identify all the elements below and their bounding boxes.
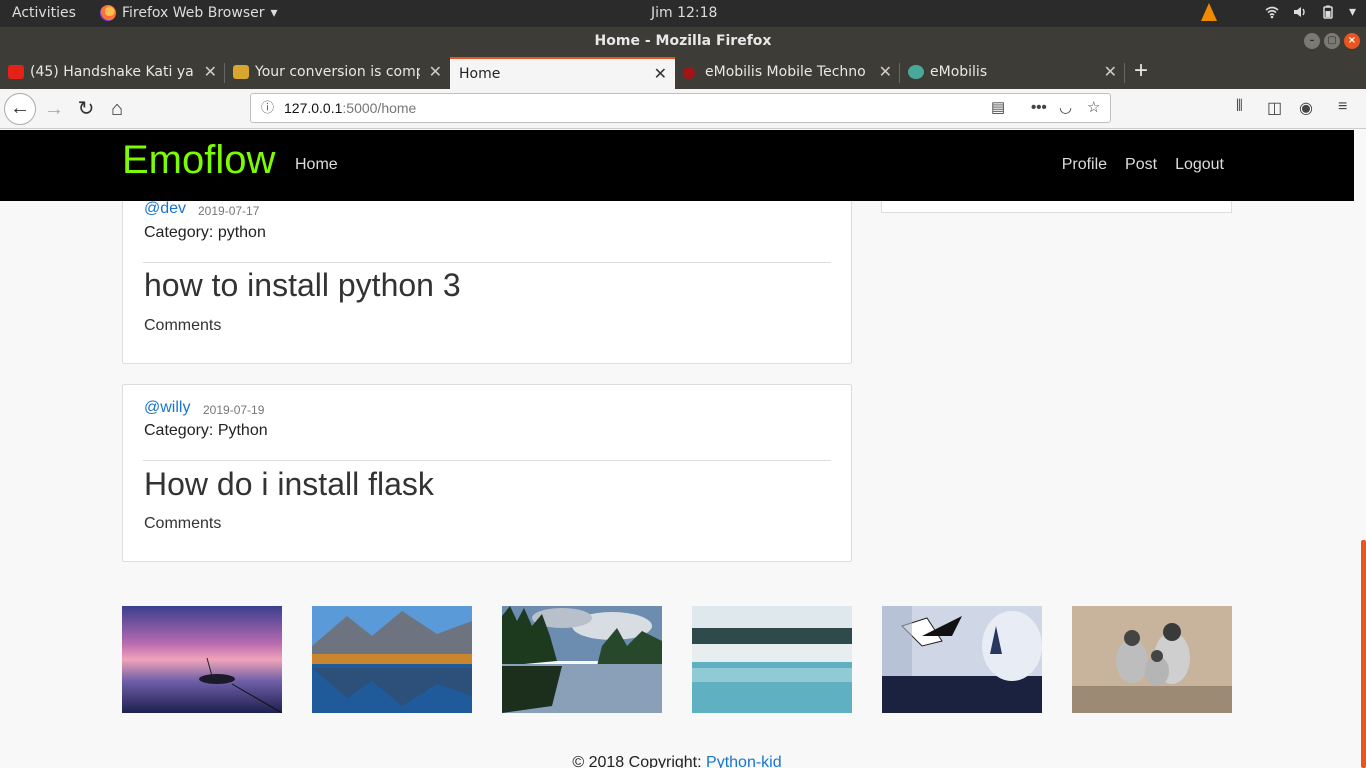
sidebar-icon[interactable]: ◫ xyxy=(1267,98,1282,118)
forward-arrow-icon[interactable]: → xyxy=(40,95,68,123)
post-date: 2019-07-19 xyxy=(203,403,265,417)
mountain-lake-photo xyxy=(312,606,472,713)
image-gallery xyxy=(122,606,1232,713)
forest-river-photo xyxy=(502,606,662,713)
post-divider xyxy=(143,460,831,461)
volume-icon[interactable] xyxy=(1293,5,1307,19)
tab-conversion[interactable]: Your conversion is comp ✕ xyxy=(225,57,450,89)
tab-strip: (45) Handshake Kati ya K ✕ Your conversi… xyxy=(0,55,1366,89)
footer-link[interactable]: Python-kid xyxy=(706,754,782,768)
vlc-icon[interactable] xyxy=(1200,3,1217,21)
hamburger-menu-icon[interactable]: ≡ xyxy=(1338,98,1347,116)
clock[interactable]: Jim 12:18 xyxy=(651,5,717,21)
tab-label: Your conversion is comp xyxy=(255,64,420,80)
post-date: 2019-07-17 xyxy=(198,204,260,218)
chevron-down-icon: ▾ xyxy=(1348,4,1356,20)
post-title[interactable]: How do i install flask xyxy=(144,466,434,503)
url-path: :5000/home xyxy=(342,100,417,116)
window-titlebar: Home - Mozilla Firefox – ▢ × xyxy=(0,27,1366,55)
tab-emobilis[interactable]: eMobilis ✕ xyxy=(900,57,1125,89)
reader-view-icon[interactable]: ▤ xyxy=(991,94,1005,122)
post-divider xyxy=(143,262,831,263)
sunset-boat-photo xyxy=(122,606,282,713)
system-tray[interactable]: ▾ xyxy=(1200,3,1356,21)
close-window-icon[interactable]: × xyxy=(1344,33,1360,49)
nav-link-profile[interactable]: Profile xyxy=(1062,156,1107,174)
close-icon[interactable]: ✕ xyxy=(429,57,442,87)
tab-home[interactable]: Home ✕ xyxy=(450,57,675,89)
firefox-icon xyxy=(100,5,116,21)
window-title: Home - Mozilla Firefox xyxy=(594,33,772,49)
film-icon xyxy=(233,65,249,79)
tab-label: eMobilis Mobile Technolo xyxy=(705,64,865,80)
tab-label: (45) Handshake Kati ya K xyxy=(30,64,195,80)
url-host: 127.0.0.1 xyxy=(284,100,343,116)
post-title[interactable]: how to install python 3 xyxy=(144,267,461,304)
brand-logo[interactable]: Emoflow xyxy=(122,138,275,183)
new-tab-icon[interactable]: + xyxy=(1130,55,1152,89)
tab-emobilis-tech[interactable]: eMobilis Mobile Technolo ✕ xyxy=(675,57,900,89)
app-menu[interactable]: Firefox Web Browser ▾ xyxy=(100,5,278,21)
close-icon[interactable]: ✕ xyxy=(1104,57,1117,87)
nav-link-post[interactable]: Post xyxy=(1125,156,1157,174)
more-actions-icon[interactable]: ••• xyxy=(1031,94,1047,122)
youtube-icon xyxy=(8,65,24,79)
url-text[interactable]: 127.0.0.1:5000/home xyxy=(284,94,416,122)
tab-label: eMobilis xyxy=(930,64,988,80)
info-icon[interactable]: ⓘ xyxy=(261,94,274,122)
post-comments-link[interactable]: Comments xyxy=(144,515,221,533)
post-comments-link[interactable]: Comments xyxy=(144,317,221,335)
activities-button[interactable]: Activities xyxy=(12,5,76,21)
nav-link-logout[interactable]: Logout xyxy=(1175,156,1224,174)
monkeys-photo xyxy=(1072,606,1232,713)
post-author-link[interactable]: @dev xyxy=(144,200,186,218)
system-top-bar: Activities Firefox Web Browser ▾ Jim 12:… xyxy=(0,0,1366,27)
app-menu-label: Firefox Web Browser xyxy=(122,5,265,21)
page-content: @dev 2019-07-17 Category: python how to … xyxy=(0,130,1366,768)
chevron-down-icon: ▾ xyxy=(270,5,278,21)
emobilis-icon xyxy=(683,67,695,79)
bookmark-star-icon[interactable]: ☆ xyxy=(1087,94,1100,122)
wifi-icon[interactable] xyxy=(1265,5,1279,19)
misty-lake-photo xyxy=(692,606,852,713)
page-scrollbar[interactable] xyxy=(1361,130,1366,768)
home-icon[interactable]: ⌂ xyxy=(103,95,131,123)
pocket-icon[interactable]: ◡ xyxy=(1059,94,1072,122)
post-card: @willy 2019-07-19 Category: Python How d… xyxy=(122,384,852,562)
post-category: Category: Python xyxy=(144,422,268,439)
footer: © 2018 Copyright: Python-kid xyxy=(0,754,1354,768)
post-author-link[interactable]: @willy xyxy=(144,399,190,417)
post-category: Category: python xyxy=(144,224,266,241)
emobilis-icon xyxy=(908,65,924,79)
tab-label: Home xyxy=(459,66,501,82)
maximize-icon[interactable]: ▢ xyxy=(1324,33,1340,49)
close-icon[interactable]: ✕ xyxy=(204,57,217,87)
site-navbar: Emoflow Home Profile Post Logout xyxy=(0,130,1354,201)
close-icon[interactable]: ✕ xyxy=(654,59,667,89)
library-icon[interactable]: ⫴ xyxy=(1236,98,1243,116)
url-bar[interactable]: ⓘ 127.0.0.1:5000/home ▤ ••• ◡ ☆ xyxy=(250,93,1111,123)
bird-winter-photo xyxy=(882,606,1042,713)
back-arrow-icon[interactable]: ← xyxy=(4,93,36,125)
footer-copyright: © 2018 Copyright: xyxy=(572,754,702,768)
close-icon[interactable]: ✕ xyxy=(879,57,892,87)
sync-account-icon[interactable]: ◉ xyxy=(1299,98,1313,118)
nav-link-home[interactable]: Home xyxy=(295,156,338,174)
tab-youtube[interactable]: (45) Handshake Kati ya K ✕ xyxy=(0,57,225,89)
navigation-toolbar: ← → ↻ ⌂ ⓘ 127.0.0.1:5000/home ▤ ••• ◡ ☆ … xyxy=(0,89,1366,129)
reload-icon[interactable]: ↻ xyxy=(72,95,100,123)
battery-icon[interactable] xyxy=(1321,5,1335,19)
minimize-icon[interactable]: – xyxy=(1304,33,1320,49)
